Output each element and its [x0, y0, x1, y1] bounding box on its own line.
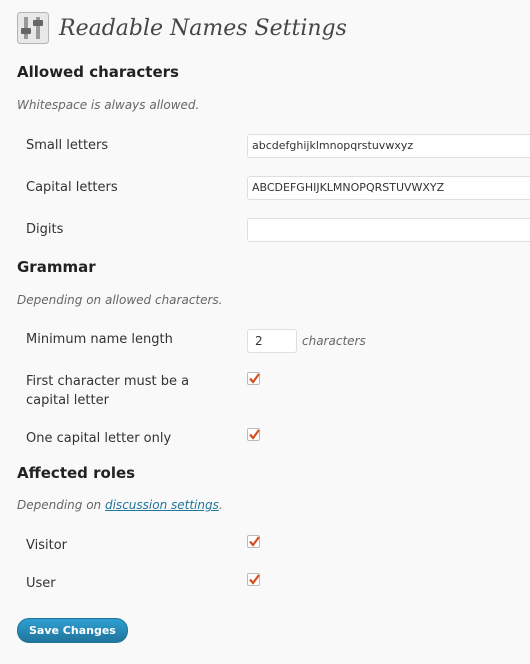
section-description-roles: Depending on discussion settings. [17, 498, 223, 512]
visitor-label: Visitor [26, 538, 67, 553]
section-title-grammar: Grammar [17, 258, 96, 276]
section-title-affected-roles: Affected roles [17, 464, 136, 482]
user-label: User [26, 576, 56, 591]
one-capital-checkbox[interactable] [247, 428, 260, 441]
checkmark-icon [249, 536, 260, 547]
checkmark-icon [249, 373, 260, 384]
checkmark-icon [249, 574, 260, 585]
section-title-allowed-characters: Allowed characters [17, 63, 179, 81]
digits-input[interactable] [247, 218, 530, 242]
first-capital-checkbox[interactable] [247, 372, 260, 385]
min-length-unit: characters [302, 334, 366, 348]
small-letters-input[interactable]: abcdefghijklmnopqrstuvwxyz [247, 134, 530, 158]
roles-description-prefix: Depending on [17, 498, 105, 512]
min-length-input[interactable]: 2 [247, 329, 297, 353]
min-length-label: Minimum name length [26, 332, 173, 347]
capital-letters-label: Capital letters [26, 180, 118, 195]
page-header: Readable Names Settings [17, 12, 347, 44]
capital-letters-input[interactable]: ABCDEFGHIJKLMNOPQRSTUVWXYZ [247, 176, 530, 200]
digits-label: Digits [26, 222, 64, 237]
visitor-checkbox[interactable] [247, 535, 260, 548]
section-description-allowed: Whitespace is always allowed. [17, 98, 200, 112]
checkmark-icon [249, 429, 260, 440]
roles-description-suffix: . [218, 498, 223, 512]
one-capital-label: One capital letter only [26, 431, 172, 446]
page-title: Readable Names Settings [59, 15, 347, 41]
user-checkbox[interactable] [247, 573, 260, 586]
settings-sliders-icon [17, 12, 49, 44]
section-description-grammar: Depending on allowed characters. [17, 293, 223, 307]
first-capital-label: First character must be a capital letter [26, 374, 190, 408]
small-letters-label: Small letters [26, 138, 109, 153]
discussion-settings-link[interactable]: discussion settings [105, 498, 219, 512]
save-changes-button[interactable]: Save Changes [17, 618, 128, 643]
